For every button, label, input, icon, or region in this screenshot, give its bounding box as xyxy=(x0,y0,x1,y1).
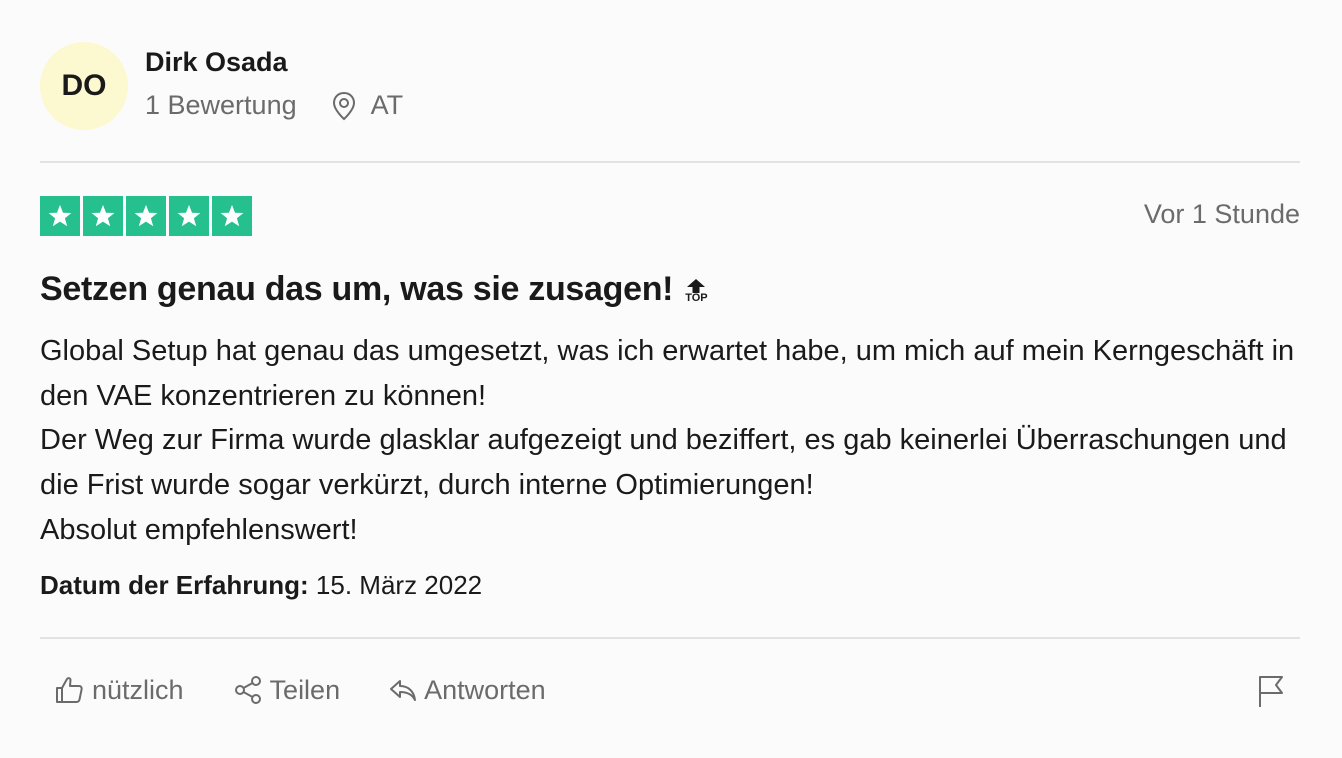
review-actions: nützlich Teilen Antworten xyxy=(54,674,546,706)
review-timestamp: Vor 1 Stunde xyxy=(1143,199,1300,229)
reviewer-name[interactable]: Dirk Osada xyxy=(145,47,288,78)
footer-divider xyxy=(40,637,1300,639)
top-badge-icon: TOP xyxy=(685,278,708,304)
review-count: 1 Bewertung xyxy=(145,90,297,120)
reviewer-meta: 1 Bewertung AT xyxy=(145,90,403,121)
reviewer-location: AT xyxy=(370,90,404,120)
thumbs-up-icon xyxy=(56,677,83,703)
review-body: Global Setup hat genau das umgesetzt, wa… xyxy=(40,329,1300,553)
review-title[interactable]: Setzen genau das um, was sie zusagen! TO… xyxy=(40,270,708,309)
review-paragraph: Absolut empfehlenswert! xyxy=(40,513,358,546)
useful-button[interactable]: nützlich xyxy=(54,674,184,706)
share-button[interactable]: Teilen xyxy=(232,674,341,706)
reply-label: Antworten xyxy=(424,674,546,705)
experience-date-label: Datum der Erfahrung: xyxy=(40,570,309,600)
reply-icon xyxy=(390,680,417,701)
avatar-initials: DO xyxy=(61,69,107,102)
header-divider xyxy=(40,161,1300,163)
star-icon xyxy=(169,196,209,236)
experience-date-value: 15. März 2022 xyxy=(315,570,483,600)
avatar[interactable]: DO xyxy=(40,42,128,130)
reply-button[interactable]: Antworten xyxy=(388,675,546,706)
review-title-text[interactable]: Setzen genau das um, was sie zusagen! xyxy=(40,270,674,309)
flag-icon xyxy=(1259,676,1283,707)
experience-date: Datum der Erfahrung: 15. März 2022 xyxy=(40,570,482,601)
star-icon xyxy=(40,196,80,236)
star-icon xyxy=(83,196,123,236)
location-pin-icon xyxy=(331,91,357,121)
review-card: DO Dirk Osada 1 Bewertung AT Vor 1 Stund… xyxy=(0,0,1342,758)
report-flag-button[interactable] xyxy=(1256,674,1286,713)
review-paragraph: Global Setup hat genau das umgesetzt, wa… xyxy=(40,335,1295,412)
top-badge-text: TOP xyxy=(685,291,708,304)
share-icon xyxy=(234,676,261,704)
star-icon xyxy=(126,196,166,236)
star-rating xyxy=(40,196,252,236)
useful-label: nützlich xyxy=(92,674,184,705)
review-paragraph: Der Weg zur Firma wurde glasklar aufgeze… xyxy=(40,424,1287,502)
share-label: Teilen xyxy=(269,674,341,705)
star-icon xyxy=(212,196,252,236)
